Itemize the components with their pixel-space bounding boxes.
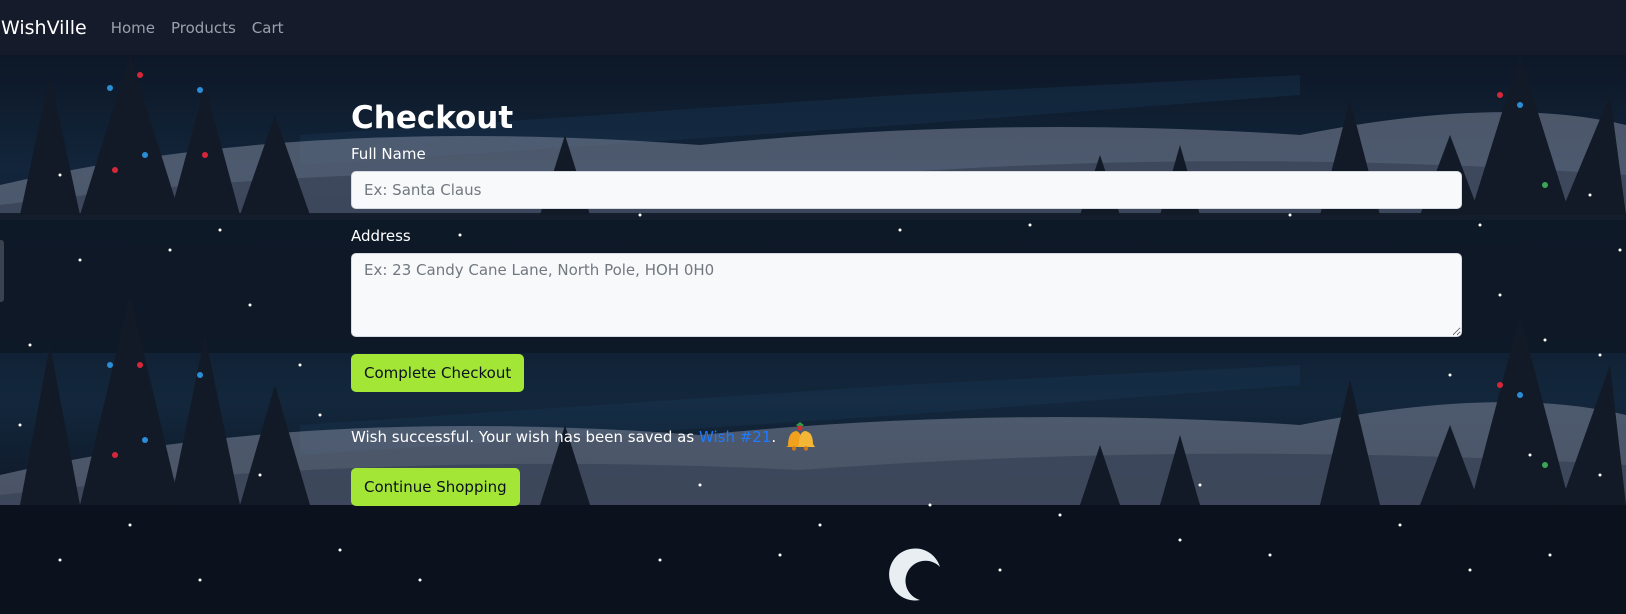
top-navbar: WishVille Home Products Cart (0, 0, 1626, 55)
full-name-input[interactable] (351, 171, 1462, 209)
success-text: Wish successful. Your wish has been save… (351, 428, 699, 446)
nav-link-products[interactable]: Products (171, 19, 236, 37)
address-textarea[interactable] (351, 253, 1462, 337)
success-message: Wish successful. Your wish has been save… (351, 422, 1462, 452)
address-label: Address (351, 227, 411, 245)
full-name-label: Full Name (351, 145, 426, 163)
brand-logo[interactable]: WishVille (1, 17, 87, 39)
nav-link-cart[interactable]: Cart (252, 19, 284, 37)
nav-link-home[interactable]: Home (111, 19, 155, 37)
checkout-form: Checkout Full Name Address Complete Chec… (351, 96, 1462, 506)
success-suffix: . (771, 428, 777, 446)
side-panel-handle[interactable] (0, 240, 4, 302)
complete-checkout-button[interactable]: Complete Checkout (351, 354, 525, 392)
bells-icon (784, 422, 816, 452)
wish-link[interactable]: Wish #21 (699, 422, 771, 452)
page-title: Checkout (351, 100, 514, 136)
continue-shopping-button[interactable]: Continue Shopping (351, 468, 520, 506)
